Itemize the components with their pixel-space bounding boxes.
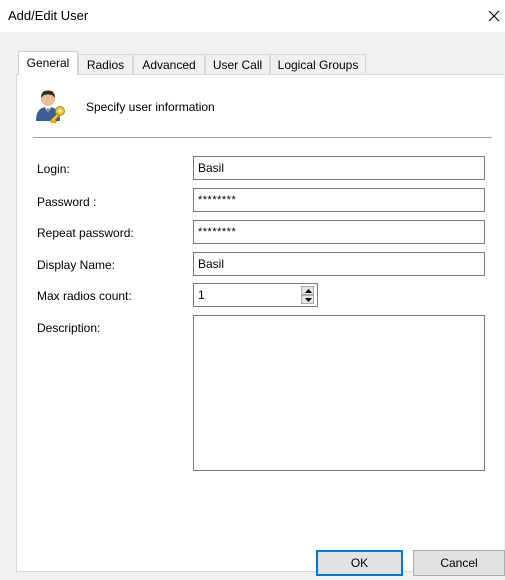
close-button[interactable] bbox=[484, 2, 505, 30]
arrow-up-icon bbox=[305, 289, 312, 293]
max-radios-label: Max radios count: bbox=[37, 289, 132, 303]
spin-up-button[interactable] bbox=[301, 286, 314, 295]
max-radios-value: 1 bbox=[198, 288, 205, 302]
ok-button[interactable]: OK bbox=[316, 550, 403, 576]
title-bar: Add/Edit User bbox=[0, 0, 505, 32]
close-icon bbox=[488, 10, 500, 22]
window-title: Add/Edit User bbox=[8, 8, 89, 23]
tab-general[interactable]: General bbox=[18, 51, 78, 75]
password-field[interactable] bbox=[193, 188, 485, 212]
password-label: Password : bbox=[37, 195, 97, 209]
header-text: Specify user information bbox=[86, 100, 215, 114]
spin-control bbox=[301, 286, 314, 304]
header-separator bbox=[33, 137, 492, 138]
login-label: Login: bbox=[37, 162, 70, 176]
dialog-body: General Radios Advanced User Call Logica… bbox=[0, 32, 505, 580]
login-field[interactable] bbox=[193, 156, 485, 180]
repeat-password-field[interactable] bbox=[193, 220, 485, 244]
arrow-down-icon bbox=[305, 298, 312, 302]
description-label: Description: bbox=[37, 321, 101, 335]
user-key-icon bbox=[36, 90, 65, 124]
display-name-label: Display Name: bbox=[37, 258, 116, 272]
tab-panel-general: Specify user information Login: Password… bbox=[16, 74, 504, 572]
description-field[interactable] bbox=[193, 315, 485, 471]
max-radios-stepper[interactable]: 1 bbox=[193, 283, 318, 307]
tab-advanced[interactable]: Advanced bbox=[133, 54, 205, 74]
spin-down-button[interactable] bbox=[301, 295, 314, 304]
tab-logical-groups[interactable]: Logical Groups bbox=[270, 54, 366, 74]
tab-radios[interactable]: Radios bbox=[78, 54, 133, 74]
repeat-password-label: Repeat password: bbox=[37, 226, 134, 240]
tab-user-call[interactable]: User Call bbox=[205, 54, 270, 74]
display-name-field[interactable] bbox=[193, 252, 485, 276]
cancel-button[interactable]: Cancel bbox=[413, 550, 505, 576]
